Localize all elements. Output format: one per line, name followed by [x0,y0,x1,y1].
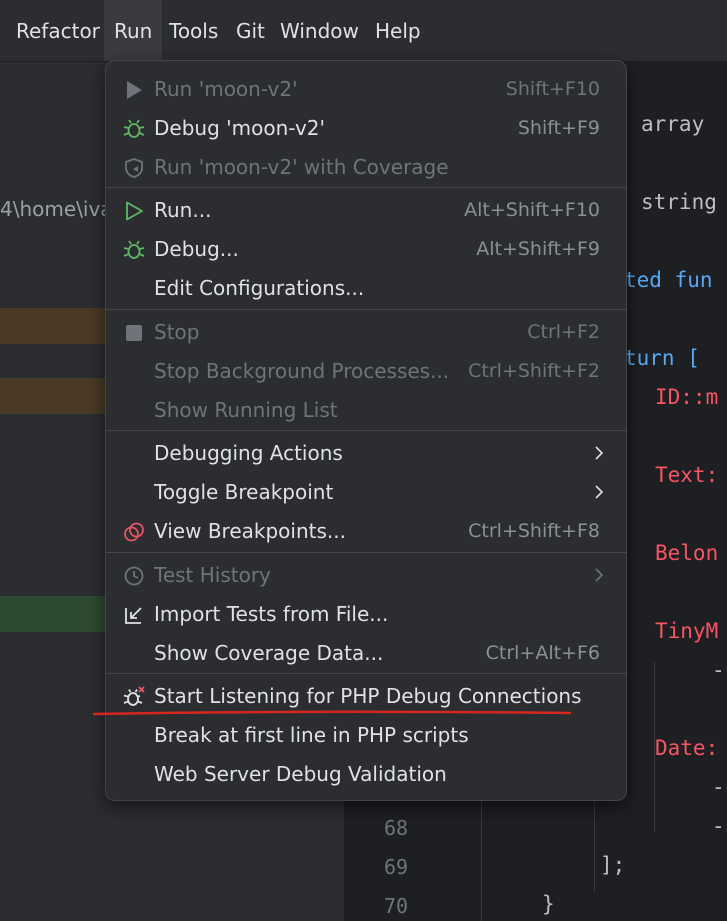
code-line: - [712,658,725,682]
history-clock-icon [124,566,144,586]
highlight-row-orange-2 [0,378,110,414]
menu-item-label: Test History [154,563,271,587]
code-line: TinyM [655,619,719,643]
menu-tools-label: Tools [169,19,219,43]
menu-item-label: Run... [154,198,212,222]
import-arrow-icon [125,607,142,624]
bug-listen-icon [123,686,145,706]
main-menu-bar: Refactor Run Tools Git Window Help [0,0,727,62]
menu-item-shortcut: Shift+F10 [505,78,600,100]
menu-item-label: Debug... [154,237,239,261]
menu-item-stop-background[interactable]: Stop Background Processes... Ctrl+Shift+… [106,352,626,391]
chevron-right-icon [595,485,604,499]
code-line: turn [ [624,346,700,370]
menu-item-show-running-list[interactable]: Show Running List [106,391,626,430]
code-line: } [542,892,555,916]
coverage-shield-icon [125,158,143,178]
menu-item-run-config[interactable]: Run 'moon-v2' Shift+F10 [106,70,626,109]
menu-item-run-dialog[interactable]: Run... Alt+Shift+F10 [106,191,626,230]
line-number: 69 [384,855,409,879]
code-line: array [641,112,705,136]
menu-separator [106,673,626,674]
line-number: 70 [384,894,409,918]
menu-item-debug-dialog[interactable]: Debug... Alt+Shift+F9 [106,230,626,269]
code-line: Date: [655,736,719,760]
code-line: ted fun [624,268,713,292]
menu-item-label: Debug 'moon-v2' [154,116,325,140]
menu-item-label: Debugging Actions [154,441,343,465]
menu-refactor[interactable]: Refactor [6,0,110,61]
menu-window[interactable]: Window [270,0,369,61]
menu-item-label: Stop Background Processes... [154,359,450,383]
menu-item-shortcut: Shift+F9 [517,117,600,139]
menu-item-label: Web Server Debug Validation [154,762,447,786]
play-icon [127,81,142,99]
highlight-row-orange-1 [0,308,110,344]
menu-item-label: Show Running List [154,398,338,422]
annotation-underline [93,710,571,716]
menu-item-debugging-actions[interactable]: Debugging Actions [106,434,626,473]
menu-item-shortcut: Ctrl+Shift+F8 [468,520,600,542]
menu-item-label: Show Coverage Data... [154,641,384,665]
menu-separator [106,552,626,553]
menu-item-label: Edit Configurations... [154,276,365,300]
highlight-row-green [0,596,110,632]
menu-help[interactable]: Help [365,0,431,61]
menu-run[interactable]: Run [104,0,163,61]
project-path-text: 4\home\iva [0,197,113,221]
chevron-right-icon [595,568,604,582]
stop-icon [126,325,142,341]
menu-item-shortcut: Alt+Shift+F9 [476,238,600,260]
menu-item-label: Run 'moon-v2' [154,77,298,101]
code-line: Text: [655,463,719,487]
line-number: 68 [384,816,409,840]
play-outline-icon [126,201,143,221]
menu-tools[interactable]: Tools [159,0,228,61]
menu-item-label: Toggle Breakpoint [154,480,334,504]
breakpoints-icon [124,522,144,542]
bug-icon [123,119,145,138]
menu-window-label: Window [280,19,359,43]
menu-item-label: View Breakpoints... [154,519,346,543]
menu-item-shortcut: Alt+Shift+F10 [464,199,600,221]
menu-item-shortcut: Ctrl+Shift+F2 [468,360,600,382]
menu-item-edit-configurations[interactable]: Edit Configurations... [106,269,626,308]
code-line: - [712,775,725,799]
menu-refactor-label: Refactor [16,19,100,43]
menu-item-debug-config[interactable]: Debug 'moon-v2' Shift+F9 [106,109,626,148]
menu-git-label: Git [236,19,265,43]
menu-help-label: Help [375,19,421,43]
menu-item-stop[interactable]: Stop Ctrl+F2 [106,313,626,352]
menu-item-label: Run 'moon-v2' with Coverage [154,155,449,179]
code-line: - [712,814,725,838]
code-line: ]; [600,853,626,877]
code-line: Belon [655,541,719,565]
menu-item-show-coverage-data[interactable]: Show Coverage Data... Ctrl+Alt+F6 [106,634,626,673]
menu-git[interactable]: Git [226,0,275,61]
run-menu-dropdown: Run 'moon-v2' Shift+F10 Debug 'moon-v2' … [105,60,627,801]
menu-item-shortcut: Ctrl+F2 [527,321,600,343]
menu-run-label: Run [114,19,153,43]
menu-item-import-tests[interactable]: Import Tests from File... [106,595,626,634]
menu-separator [106,430,626,431]
menu-item-label: Import Tests from File... [154,602,389,626]
code-line: ID::m [655,385,719,409]
menu-item-label: Break at first line in PHP scripts [154,723,469,747]
menu-separator [106,187,626,188]
menu-item-shortcut: Ctrl+Alt+F6 [485,642,600,664]
code-line: string [641,190,717,214]
bug-icon [123,240,145,259]
chevron-right-icon [595,446,604,460]
menu-item-run-with-coverage[interactable]: Run 'moon-v2' with Coverage [106,148,626,187]
menu-item-view-breakpoints[interactable]: View Breakpoints... Ctrl+Shift+F8 [106,512,626,551]
menu-separator [106,309,626,310]
menu-item-label: Stop [154,320,200,344]
menu-item-break-first-line-php[interactable]: Break at first line in PHP scripts [106,716,626,755]
menu-item-test-history[interactable]: Test History [106,556,626,595]
menu-item-web-server-debug-validation[interactable]: Web Server Debug Validation [106,755,626,794]
menu-item-toggle-breakpoint[interactable]: Toggle Breakpoint [106,473,626,512]
